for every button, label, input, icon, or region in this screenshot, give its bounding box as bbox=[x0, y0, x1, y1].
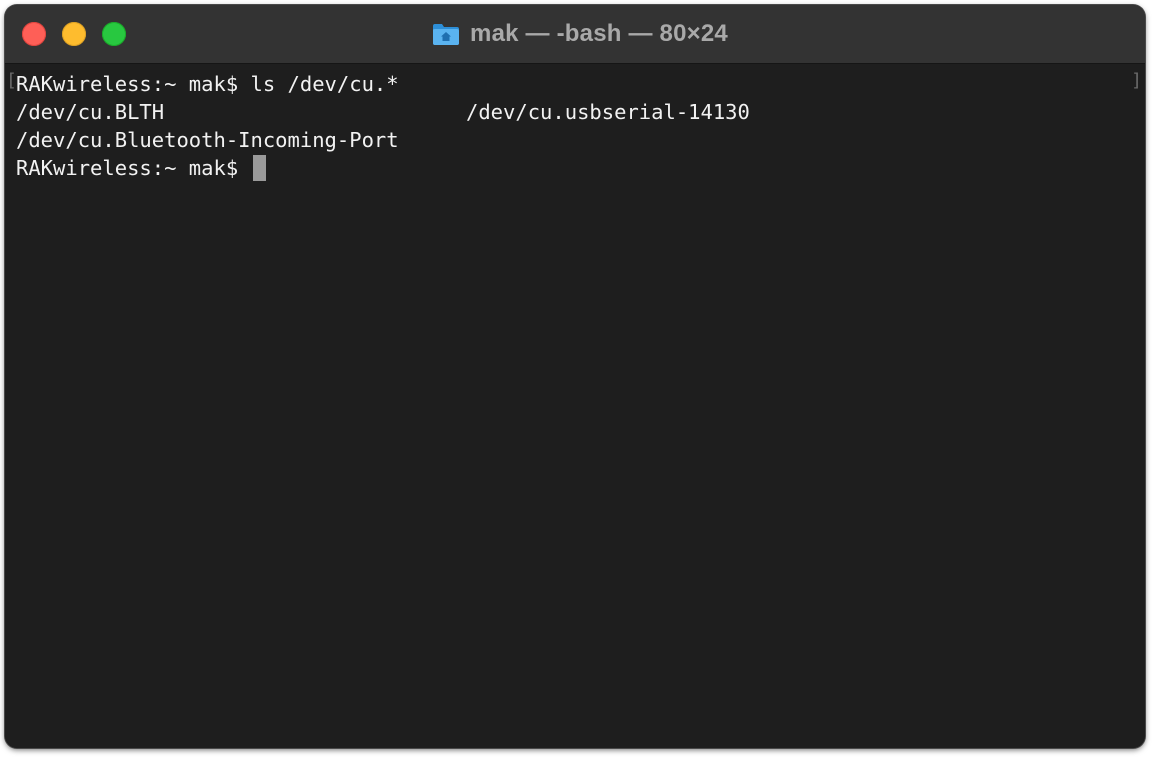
home-folder-icon bbox=[433, 24, 460, 45]
window-title-group: mak — -bash — 80×24 bbox=[5, 19, 1145, 49]
terminal-line-output-col2: /dev/cu.usbserial-14130 bbox=[466, 100, 750, 124]
window-title: mak — -bash — 80×24 bbox=[470, 20, 728, 47]
scroll-marker-right: ] bbox=[1131, 70, 1142, 91]
terminal-line-output: /dev/cu.Bluetooth-Incoming-Port bbox=[16, 128, 399, 152]
title-bar[interactable]: mak — -bash — 80×24 bbox=[5, 5, 1145, 64]
prompt-text: RAKwireless:~ mak$ bbox=[16, 156, 251, 180]
terminal-line-output-col1: /dev/cu.BLTH bbox=[16, 100, 165, 124]
terminal-window: mak — -bash — 80×24 [ ] RAKwireless:~ ma… bbox=[5, 5, 1145, 748]
text-cursor bbox=[252, 155, 266, 181]
terminal-prompt-line[interactable]: RAKwireless:~ mak$ bbox=[16, 154, 266, 182]
terminal-content[interactable]: [ ] RAKwireless:~ mak$ ls /dev/cu.* /dev… bbox=[5, 64, 1145, 748]
terminal-line-command: RAKwireless:~ mak$ ls /dev/cu.* bbox=[16, 72, 399, 96]
